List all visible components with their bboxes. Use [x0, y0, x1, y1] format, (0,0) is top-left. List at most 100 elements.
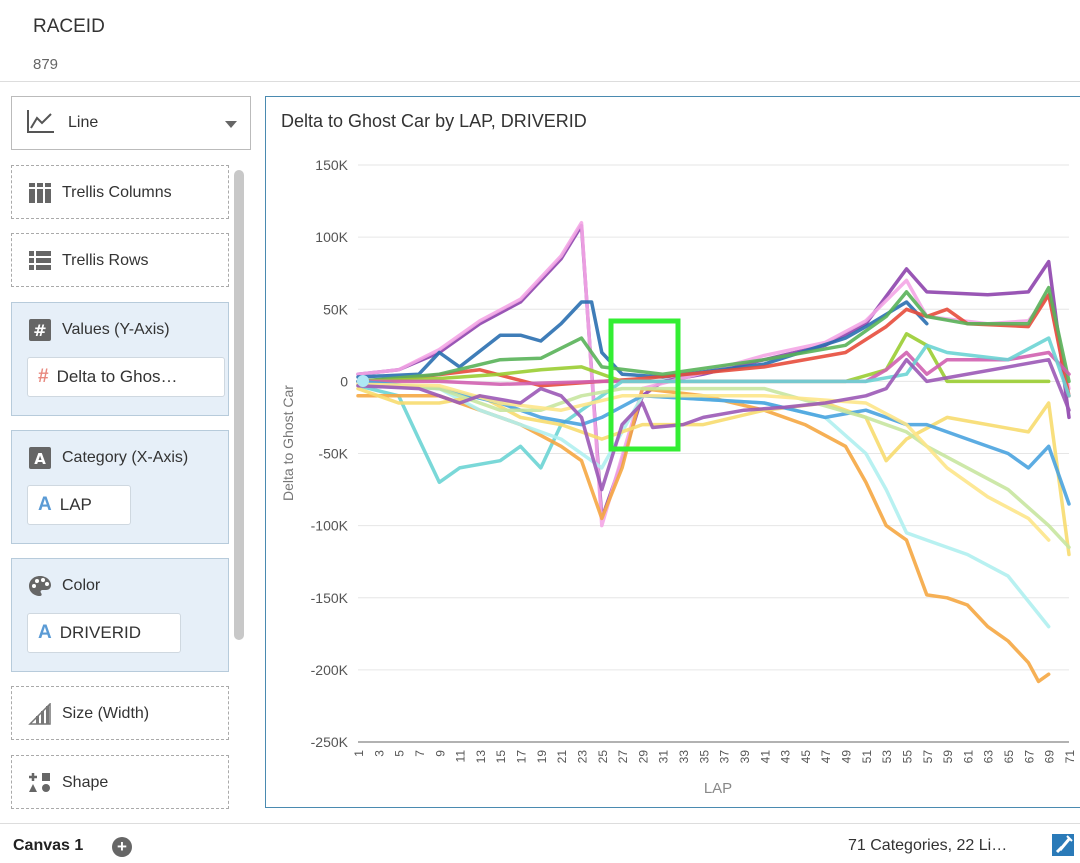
measure-hash-icon: #	[38, 366, 49, 387]
x-tick-label: 61	[961, 750, 975, 764]
x-tick-label: 57	[921, 750, 935, 764]
x-tick-label: 55	[900, 750, 914, 764]
x-tick-label: 45	[799, 750, 813, 764]
shape-icon	[28, 771, 52, 795]
columns-icon	[28, 181, 52, 205]
x-tick-label: 39	[738, 750, 752, 764]
size-label: Size (Width)	[62, 705, 150, 722]
x-tick-label: 5	[393, 750, 407, 757]
color-well[interactable]: Color A DRIVERID	[11, 558, 229, 672]
category-label: Category (X-Axis)	[62, 449, 189, 466]
trellis-columns-label: Trellis Columns	[62, 184, 172, 201]
y-axis-label: Delta to Ghost Car	[280, 385, 296, 501]
x-tick-label: 7	[413, 750, 427, 757]
series-line-15[interactable]	[356, 357, 1071, 492]
x-tick-label: 1	[352, 750, 366, 757]
x-tick-label: 15	[494, 750, 508, 764]
series-line-11[interactable]	[356, 386, 1071, 557]
x-tick-label: 71	[1063, 750, 1077, 764]
filter-value[interactable]: 879	[33, 56, 58, 73]
x-tick-label: 69	[1043, 750, 1057, 764]
color-item-pill[interactable]: A DRIVERID	[27, 613, 181, 653]
svg-text:#: #	[33, 321, 46, 340]
x-tick-label: 59	[941, 750, 955, 764]
series-line-3[interactable]	[356, 300, 929, 379]
x-tick-label: 9	[433, 750, 447, 757]
viz-type-label: Line	[68, 114, 99, 131]
x-tick-label: 3	[372, 750, 386, 757]
x-tick-label: 47	[819, 750, 833, 764]
filter-label: RACEID	[33, 16, 105, 37]
header-bar: RACEID 879	[0, 0, 1080, 82]
x-axis-label: LAP	[704, 780, 732, 797]
x-tick-label: 53	[880, 750, 894, 764]
x-tick-label: 51	[860, 750, 874, 764]
line-chart[interactable]: 150K100K50K0-50K-100K-150K-200K-250K 135…	[266, 97, 1080, 807]
y-tick-label: 0	[340, 373, 348, 389]
svg-text:A: A	[34, 450, 46, 468]
chart-panel[interactable]: Delta to Ghost Car by LAP, DRIVERID 150K…	[265, 96, 1080, 808]
x-tick-label: 49	[840, 750, 854, 764]
x-tick-label: 29	[636, 750, 650, 764]
trellis-columns-well[interactable]: Trellis Columns	[11, 165, 229, 219]
x-tick-label: 19	[535, 750, 549, 764]
x-tick-label: 63	[982, 750, 996, 764]
attribute-a-icon: A	[38, 622, 52, 643]
y-tick-label: -250K	[311, 734, 349, 750]
x-tick-label: 13	[474, 750, 488, 764]
y-tick-label: 50K	[323, 301, 349, 317]
y-tick-label: 100K	[315, 229, 348, 245]
category-item-pill[interactable]: A LAP	[27, 485, 131, 525]
trellis-rows-label: Trellis Rows	[62, 252, 149, 269]
grammar-panel: Line Trellis Columns Trellis Rows # Valu…	[0, 82, 258, 822]
y-tick-label: -200K	[311, 662, 349, 678]
rows-icon	[28, 249, 52, 273]
attribute-icon: A	[28, 446, 52, 470]
brush-icon[interactable]	[1052, 832, 1076, 858]
x-tick-label: 23	[575, 750, 589, 764]
color-item-label: DRIVERID	[59, 623, 141, 642]
chevron-down-icon[interactable]	[225, 121, 237, 128]
shape-label: Shape	[62, 774, 109, 791]
color-label: Color	[62, 577, 101, 594]
x-tick-label: 21	[555, 750, 569, 764]
palette-icon	[28, 574, 52, 598]
values-item-label: Delta to Ghos…	[56, 367, 178, 386]
x-tick-label: 67	[1022, 750, 1036, 764]
attribute-a-icon: A	[38, 494, 52, 515]
add-canvas-button[interactable]: +	[112, 837, 132, 857]
values-label: Values (Y-Axis)	[62, 321, 170, 338]
canvas-tab[interactable]: Canvas 1	[13, 837, 83, 855]
y-tick-label: -100K	[311, 518, 349, 534]
y-tick-label: -50K	[318, 446, 348, 462]
y-tick-label: -150K	[311, 590, 349, 606]
hover-marker[interactable]	[357, 375, 369, 387]
values-well[interactable]: # Values (Y-Axis) # Delta to Ghos…	[11, 302, 229, 416]
x-tick-label: 41	[758, 750, 772, 764]
x-tick-label: 27	[616, 750, 630, 764]
x-tick-label: 65	[1002, 750, 1016, 764]
values-item-pill[interactable]: # Delta to Ghos…	[27, 357, 225, 397]
category-item-label: LAP	[59, 495, 92, 514]
x-tick-label: 11	[454, 750, 468, 763]
panel-scrollbar[interactable]	[234, 170, 244, 640]
x-tick-label: 25	[596, 750, 610, 764]
trellis-rows-well[interactable]: Trellis Rows	[11, 233, 229, 287]
category-well[interactable]: A Category (X-Axis) A LAP	[11, 430, 229, 544]
size-well[interactable]: Size (Width)	[11, 686, 229, 740]
series-line-14[interactable]	[356, 382, 1051, 542]
x-tick-label: 35	[697, 750, 711, 764]
y-tick-label: 150K	[315, 157, 348, 173]
series-line-10[interactable]	[356, 383, 1051, 629]
status-text: 71 Categories, 22 Li…	[848, 837, 1008, 854]
line-chart-icon	[26, 108, 56, 139]
x-tick-label: 37	[718, 750, 732, 764]
x-tick-label: 31	[657, 750, 671, 764]
hash-icon: #	[28, 318, 52, 342]
shape-well[interactable]: Shape	[11, 755, 229, 809]
size-width-icon	[28, 702, 52, 726]
viz-type-select[interactable]: Line	[11, 96, 251, 150]
footer-bar: Canvas 1 + 71 Categories, 22 Li…	[0, 823, 1080, 863]
x-tick-label: 33	[677, 750, 691, 764]
x-tick-label: 43	[779, 750, 793, 764]
